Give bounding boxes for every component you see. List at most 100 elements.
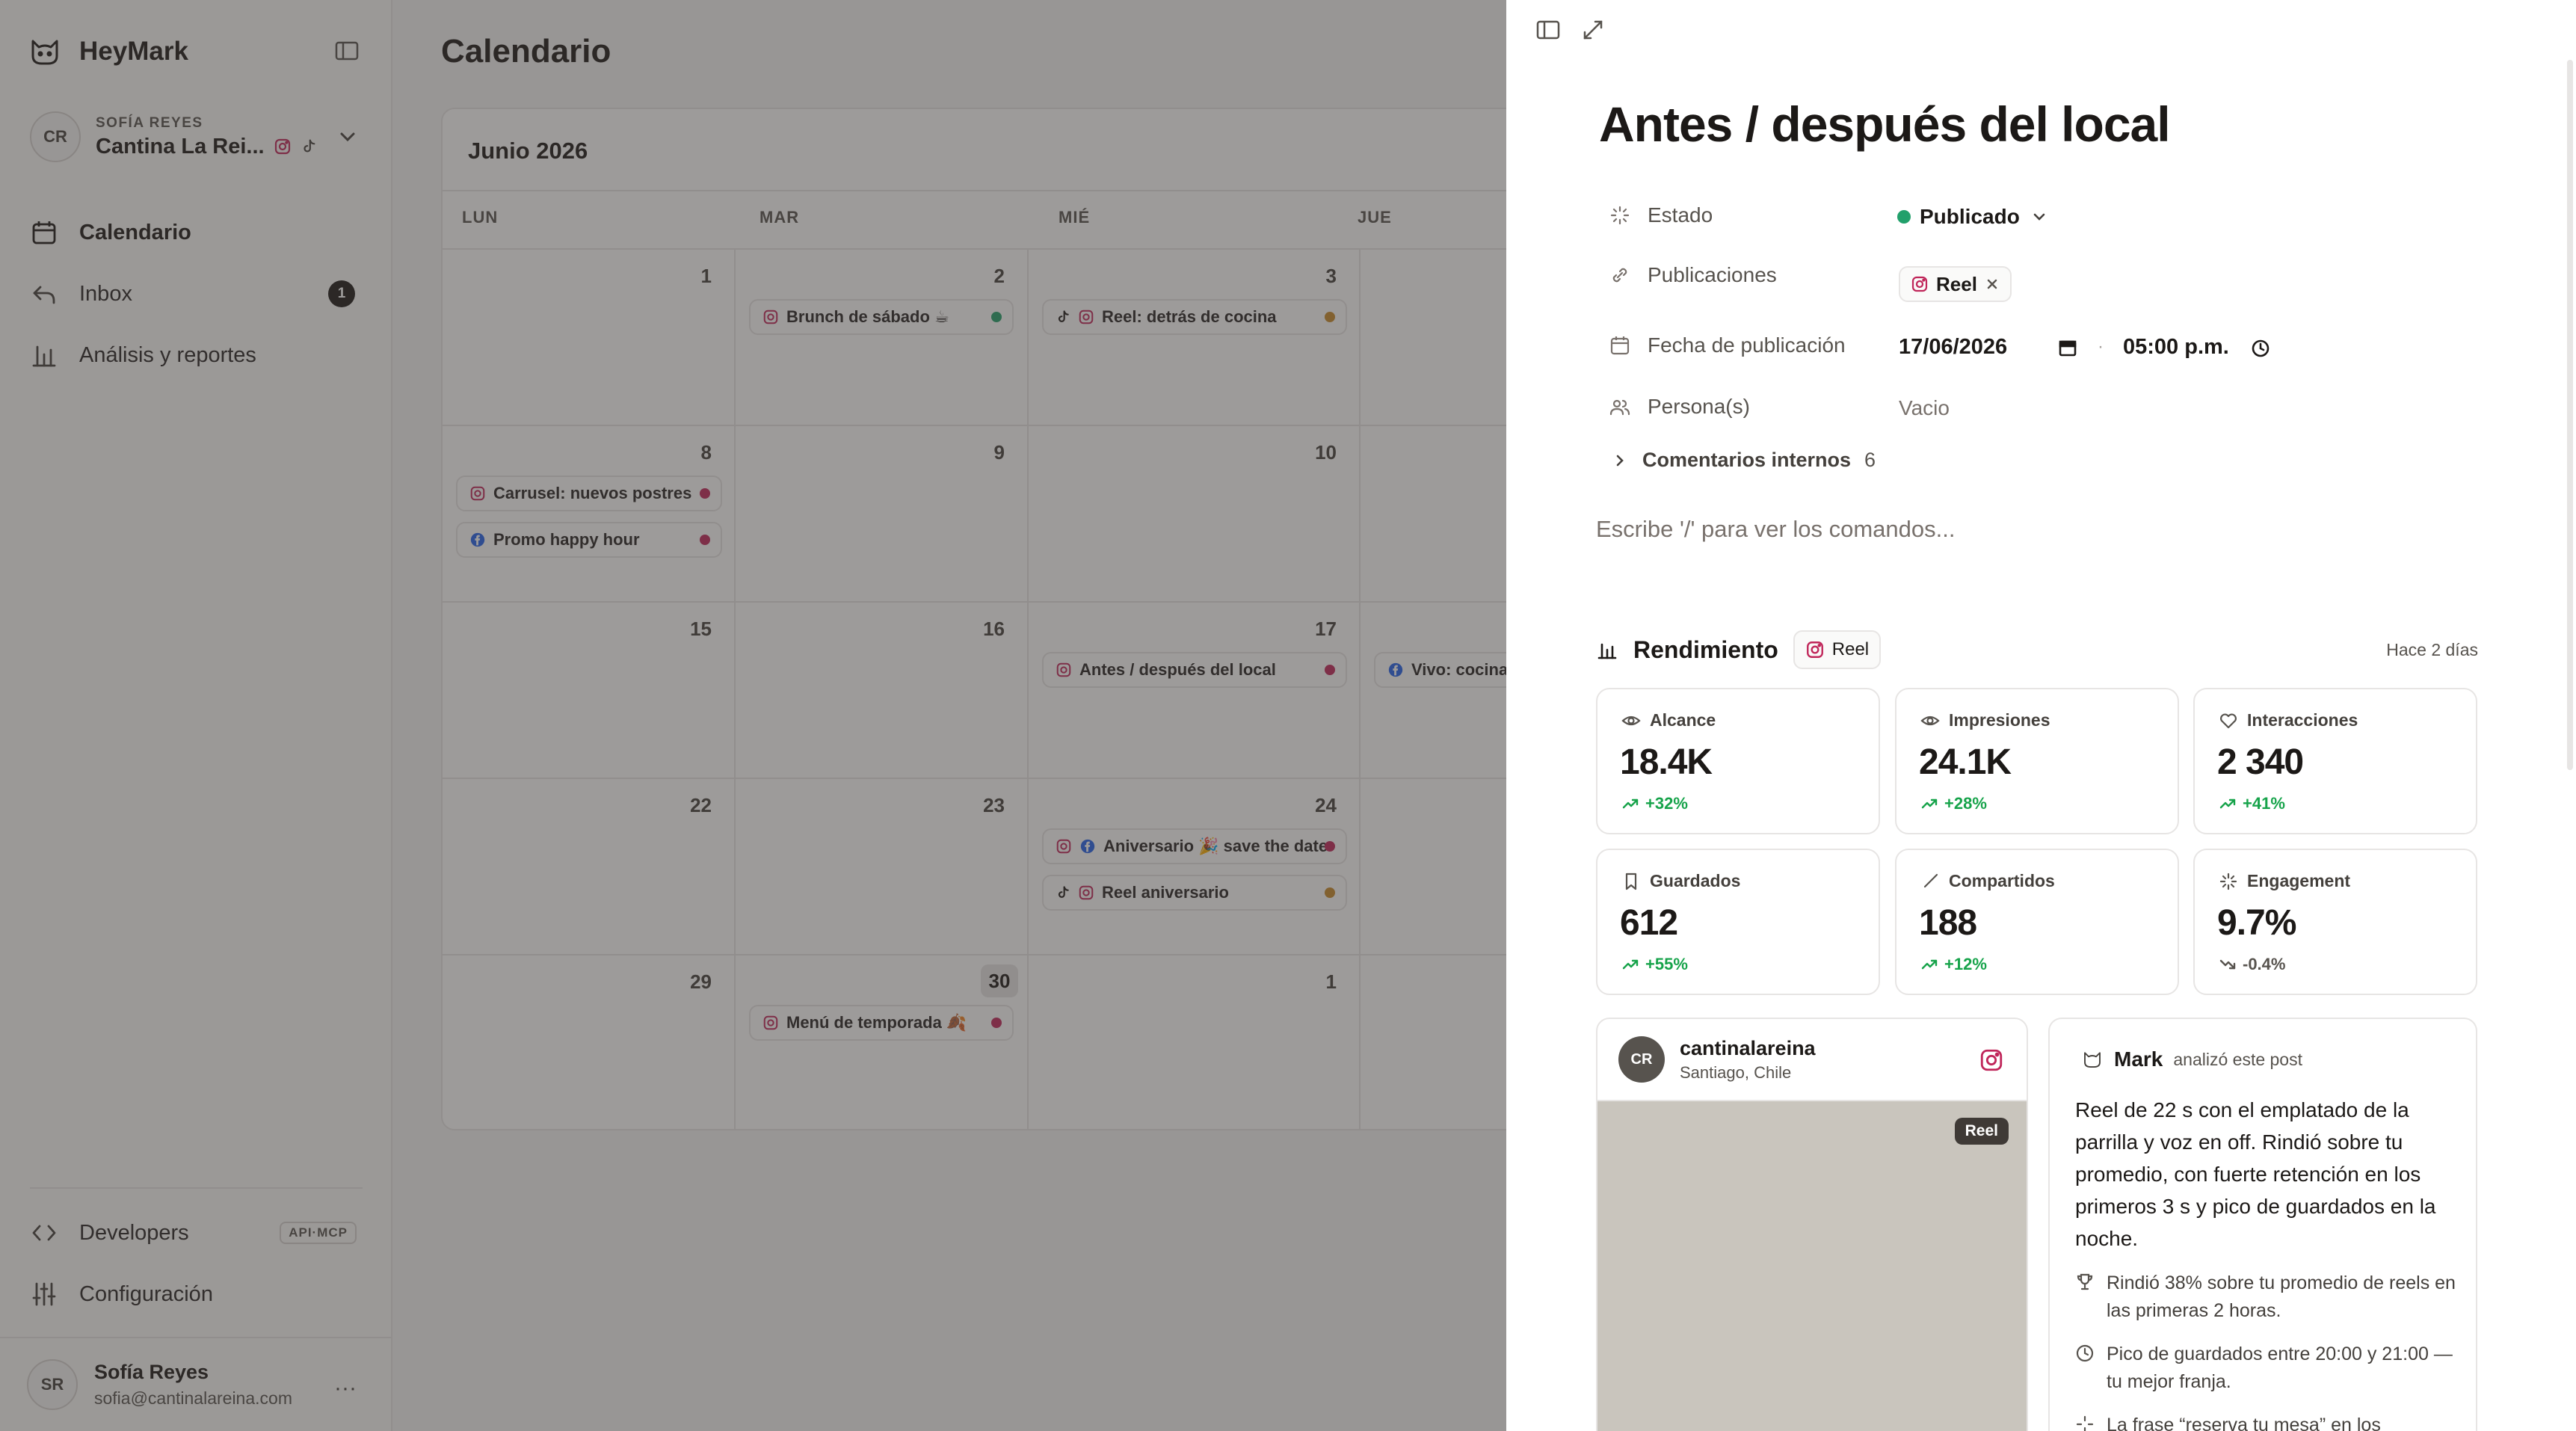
instagram-icon — [1980, 1049, 2003, 1071]
expand-icon[interactable] — [1578, 15, 1608, 45]
link-icon — [1612, 268, 1627, 283]
send-icon — [1923, 873, 1938, 887]
personas-value[interactable]: Vacio — [1899, 396, 1950, 420]
trend-up-icon — [1921, 798, 1938, 809]
prop-estado: Estado — [1609, 203, 1713, 227]
metric-label: Guardados — [1650, 871, 1741, 890]
ai-insight: Pico de guardados entre 20:00 y 21:00 — … — [2075, 1341, 2456, 1396]
scrollbar[interactable] — [2567, 60, 2573, 770]
metric-label: Engagement — [2247, 871, 2351, 890]
ai-insight: La frase “reserva tu mesa” en los — [2075, 1412, 2456, 1431]
reel-tag: Reel — [1954, 1118, 2009, 1145]
metric-value: 2 340 — [2217, 742, 2304, 782]
prop-fecha: Fecha de publicación — [1609, 333, 1846, 357]
performance-title: Rendimiento — [1633, 636, 1778, 663]
metric-value: 18.4K — [1620, 742, 1713, 782]
ai-name: Mark — [2114, 1047, 2163, 1071]
post-media[interactable]: Reel — [1597, 1101, 2027, 1431]
post-handle: cantinalareina — [1680, 1036, 1816, 1059]
status-value: Publicado — [1920, 205, 2020, 228]
trend-down-icon — [2219, 959, 2236, 970]
ai-insight-text: Pico de guardados entre 20:00 y 21:00 — … — [2107, 1344, 2453, 1392]
mark-logo-icon — [2084, 1052, 2101, 1068]
metric-delta: +28% — [1944, 794, 1987, 813]
trend-up-icon — [1622, 798, 1639, 809]
metric-delta: +32% — [1645, 794, 1688, 813]
instagram-icon — [1911, 276, 1928, 292]
modal-backdrop[interactable] — [0, 0, 1506, 1431]
panel-layout-icon[interactable] — [1533, 15, 1563, 45]
separator-dot: · — [2098, 336, 2104, 357]
metric-card-alcance: Alcance 18.4K +32% — [1596, 688, 1880, 834]
prop-personas: Persona(s) — [1609, 395, 1750, 419]
prop-publicaciones: Publicaciones — [1609, 263, 1777, 287]
prop-label: Persona(s) — [1648, 395, 1750, 418]
date-input[interactable]: 17/06/2026 — [1899, 335, 2007, 360]
metric-value: 9.7% — [2217, 903, 2296, 943]
internal-comments-toggle[interactable]: Comentarios internos 6 — [1611, 449, 1876, 472]
comments-label: Comentarios internos — [1642, 449, 1852, 471]
trend-up-icon — [1622, 959, 1639, 970]
publication-chip[interactable]: Reel — [1899, 266, 2012, 302]
metric-card-engagement: Engagement 9.7% -0.4% — [2193, 849, 2477, 995]
loader-icon — [1610, 206, 1630, 225]
metric-delta: +41% — [2243, 794, 2285, 813]
post-location: Santiago, Chile — [1680, 1062, 1792, 1082]
ai-insight-text: Rindió 38% sobre tu promedio de reels en… — [2107, 1272, 2456, 1321]
calendar-icon — [1610, 336, 1630, 355]
comments-count: 6 — [1864, 449, 1876, 471]
trend-up-icon — [2219, 798, 2236, 809]
metric-delta: +55% — [1645, 955, 1688, 973]
bookmark-icon — [1625, 873, 1637, 890]
performance-header: Rendimiento Reel — [1596, 630, 1882, 669]
eye-icon — [1920, 716, 1940, 725]
post-preview-card[interactable]: CR cantinalareina Santiago, Chile Reel — [1596, 1018, 2028, 1431]
post-avatar: CR — [1618, 1036, 1665, 1083]
metric-label: Interacciones — [2247, 710, 2358, 730]
metric-label: Impresiones — [1949, 710, 2050, 730]
status-select[interactable]: Publicado — [1897, 205, 2050, 229]
metric-card-impresiones: Impresiones 24.1K +28% — [1895, 688, 2179, 834]
trend-up-icon — [1921, 959, 1938, 970]
publication-label: Reel — [1936, 272, 1977, 295]
metric-card-interacciones: Interacciones 2 340 +41% — [2193, 688, 2477, 834]
clock-icon — [2076, 1344, 2094, 1362]
metric-label: Alcance — [1650, 710, 1716, 730]
ai-analysis-card: Mark analizó este post Reel de 22 s con … — [2048, 1018, 2477, 1431]
ai-insight-text: La frase “reserva tu mesa” en los — [2107, 1415, 2381, 1431]
status-dot — [1897, 210, 1911, 224]
prop-label: Fecha de publicación — [1648, 333, 1846, 357]
prop-label: Estado — [1648, 203, 1713, 227]
heart-icon — [2220, 713, 2237, 728]
editor-placeholder[interactable]: Escribe '/' para ver los comandos... — [1596, 516, 1956, 543]
ai-insight: Rindió 38% sobre tu promedio de reels en… — [2075, 1270, 2456, 1325]
performance-format-chip[interactable]: Reel — [1793, 630, 1882, 669]
metric-value: 612 — [1620, 903, 1678, 943]
sparkle-icon — [2076, 1415, 2094, 1431]
metric-card-guardados: Guardados 612 +55% — [1596, 849, 1880, 995]
eye-icon — [1621, 716, 1641, 725]
chevron-right-icon — [1616, 455, 1624, 466]
metric-value: 188 — [1919, 903, 1977, 943]
trophy-icon — [2077, 1273, 2093, 1290]
metric-value: 24.1K — [1919, 742, 2012, 782]
clock-icon[interactable] — [2250, 338, 2271, 359]
bar-chart-icon — [1597, 643, 1617, 659]
prop-label: Publicaciones — [1648, 263, 1777, 286]
performance-updated: Hace 2 días — [2386, 640, 2478, 659]
users-icon — [1609, 399, 1630, 416]
sparkle-icon — [2219, 873, 2237, 890]
chevron-down-icon — [2033, 213, 2045, 221]
close-icon[interactable] — [1985, 277, 2000, 292]
instagram-icon — [1806, 641, 1823, 658]
metric-delta: -0.4% — [2243, 955, 2286, 973]
time-input[interactable]: 05:00 p.m. — [2123, 335, 2229, 360]
format-label: Reel — [1831, 639, 1870, 659]
metric-label: Compartidos — [1949, 871, 2055, 890]
calendar-picker-icon[interactable] — [2057, 337, 2078, 358]
ai-subtitle: analizó este post — [2173, 1049, 2302, 1069]
ai-summary: Reel de 22 s con el emplatado de la parr… — [2075, 1098, 2436, 1250]
metric-card-compartidos: Compartidos 188 +12% — [1895, 849, 2179, 995]
post-title[interactable]: Antes / después del local — [1599, 96, 2171, 153]
metric-delta: +12% — [1944, 955, 1987, 973]
